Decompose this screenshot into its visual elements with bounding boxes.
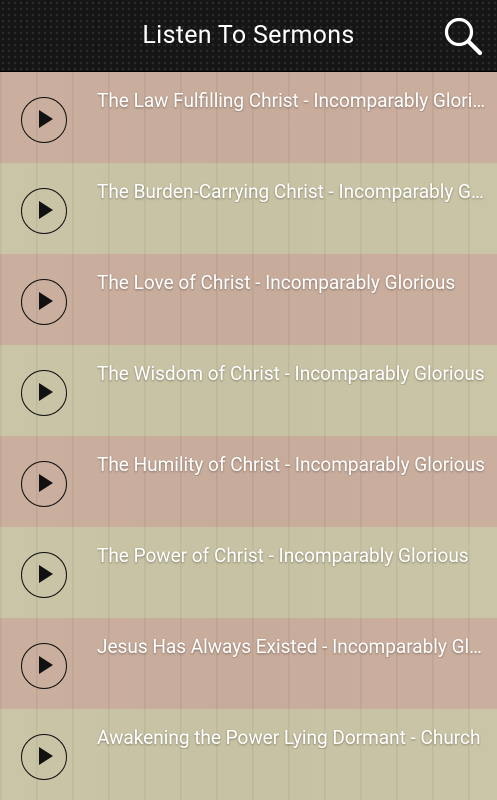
page-title: Listen To Sermons [142, 21, 355, 50]
play-icon[interactable] [21, 734, 67, 780]
sermon-title: The Burden-Carrying Christ - Incomparabl… [97, 180, 487, 203]
play-icon[interactable] [21, 552, 67, 598]
sermon-row[interactable]: The Wisdom of Christ - Incomparably Glor… [0, 345, 497, 436]
sermon-title: The Law Fulfilling Christ - Incomparably… [97, 89, 487, 112]
sermon-list[interactable]: The Law Fulfilling Christ - Incomparably… [0, 72, 497, 800]
play-icon[interactable] [21, 643, 67, 689]
sermon-row[interactable]: The Love of Christ - Incomparably Glorio… [0, 254, 497, 345]
play-icon[interactable] [21, 188, 67, 234]
app-bar: Listen To Sermons [0, 0, 497, 72]
sermon-row[interactable]: The Law Fulfilling Christ - Incomparably… [0, 72, 497, 163]
search-icon [444, 17, 483, 56]
sermon-row[interactable]: Jesus Has Always Existed - Incomparably … [0, 618, 497, 709]
sermon-row[interactable]: The Humility of Christ - Incomparably Gl… [0, 436, 497, 527]
search-button[interactable] [441, 14, 485, 58]
play-icon[interactable] [21, 97, 67, 143]
sermon-row[interactable]: The Burden-Carrying Christ - Incomparabl… [0, 163, 497, 254]
play-icon[interactable] [21, 279, 67, 325]
sermon-title: The Wisdom of Christ - Incomparably Glor… [97, 362, 485, 385]
play-icon[interactable] [21, 370, 67, 416]
play-icon[interactable] [21, 461, 67, 507]
sermon-title: The Love of Christ - Incomparably Glorio… [97, 271, 456, 294]
sermon-title: The Humility of Christ - Incomparably Gl… [97, 453, 485, 476]
sermon-title: Jesus Has Always Existed - Incomparably … [97, 635, 487, 658]
sermon-title: The Power of Christ - Incomparably Glori… [97, 544, 469, 567]
sermon-row[interactable]: The Power of Christ - Incomparably Glori… [0, 527, 497, 618]
sermon-row[interactable]: Awakening the Power Lying Dormant - Chur… [0, 709, 497, 800]
sermon-title: Awakening the Power Lying Dormant - Chur… [97, 726, 481, 749]
